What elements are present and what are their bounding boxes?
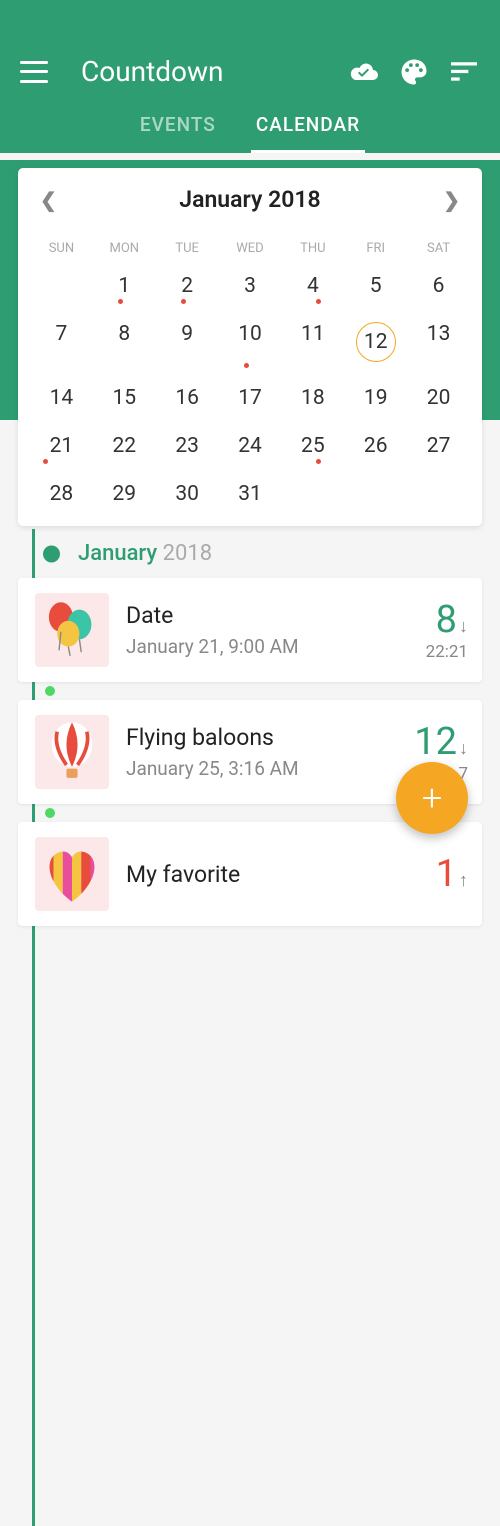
calendar-day[interactable]: 6 (407, 262, 470, 310)
calendar-day[interactable]: 10 (219, 310, 282, 374)
timeline-month-header: January 2018 (18, 541, 482, 566)
event-date: January 21, 9:00 AM (126, 635, 426, 658)
tabs: EVENTS CALENDAR (0, 103, 500, 153)
calendar-day[interactable]: 22 (93, 422, 156, 470)
add-event-button[interactable]: + (396, 762, 468, 834)
calendar-card: ❮ January 2018 ❯ SUNMONTUEWEDTHUFRISAT 1… (18, 168, 482, 526)
sort-icon[interactable] (448, 56, 480, 88)
calendar-day[interactable]: 4 (281, 262, 344, 310)
palette-icon[interactable] (398, 56, 430, 88)
weekday-label: THU (281, 235, 344, 262)
calendar-day[interactable]: 19 (344, 374, 407, 422)
app-bar: Countdown (0, 45, 500, 103)
timeline-year: 2018 (163, 541, 212, 566)
calendar-day[interactable]: 2 (156, 262, 219, 310)
countdown-direction-icon: ↓ (459, 616, 468, 637)
event-date: January 25, 3:16 AM (126, 757, 414, 780)
tab-calendar[interactable]: CALENDAR (251, 103, 365, 153)
weekday-label: TUE (156, 235, 219, 262)
calendar-day[interactable]: 15 (93, 374, 156, 422)
weekday-label: SAT (407, 235, 470, 262)
plus-icon: + (422, 777, 442, 819)
calendar-day[interactable]: 18 (281, 374, 344, 422)
calendar-day[interactable]: 31 (219, 470, 282, 518)
calendar-day[interactable]: 8 (93, 310, 156, 374)
countdown-direction-icon: ↑ (459, 870, 468, 891)
heart-stripes-icon (32, 834, 112, 914)
calendar-day[interactable]: 1 (93, 262, 156, 310)
menu-icon[interactable] (20, 61, 48, 83)
calendar-day[interactable]: 23 (156, 422, 219, 470)
timeline-small-dot (45, 686, 55, 696)
calendar-day[interactable]: 7 (30, 310, 93, 374)
calendar-day[interactable]: 28 (30, 470, 93, 518)
tab-events[interactable]: EVENTS (135, 103, 221, 153)
calendar-day[interactable]: 13 (407, 310, 470, 374)
calendar-day[interactable]: 26 (344, 422, 407, 470)
hot-air-balloon-icon (32, 712, 112, 792)
event-countdown: 1 (436, 852, 457, 896)
calendar-day[interactable]: 27 (407, 422, 470, 470)
calendar-day[interactable]: 12 (344, 310, 407, 374)
calendar-day[interactable]: 30 (156, 470, 219, 518)
weekday-label: SUN (30, 235, 93, 262)
calendar-day[interactable]: 11 (281, 310, 344, 374)
timeline-small-dot (45, 808, 55, 818)
cloud-sync-icon[interactable] (348, 56, 380, 88)
weekday-label: FRI (344, 235, 407, 262)
weekday-label: WED (219, 235, 282, 262)
balloons-icon (32, 590, 112, 670)
app-title: Countdown (81, 55, 330, 88)
next-month-icon[interactable]: ❯ (443, 188, 460, 212)
calendar-day[interactable]: 29 (93, 470, 156, 518)
calendar-day[interactable]: 17 (219, 374, 282, 422)
calendar-day[interactable]: 5 (344, 262, 407, 310)
event-card[interactable]: Date January 21, 9:00 AM 8↓ 22:21 (18, 578, 482, 682)
event-countdown: 12 (414, 720, 457, 764)
event-time-left: 22:21 (426, 642, 468, 662)
event-title: Flying baloons (126, 724, 414, 751)
calendar-day[interactable]: 3 (219, 262, 282, 310)
event-title: My favorite (126, 861, 436, 888)
calendar-day[interactable]: 24 (219, 422, 282, 470)
calendar-day[interactable]: 21 (30, 422, 93, 470)
calendar-day[interactable]: 20 (407, 374, 470, 422)
calendar-day[interactable]: 25 (281, 422, 344, 470)
weekday-label: MON (93, 235, 156, 262)
event-countdown: 8 (436, 598, 457, 642)
event-title: Date (126, 602, 426, 629)
calendar-day[interactable]: 14 (30, 374, 93, 422)
event-card[interactable]: My favorite1↑ (18, 822, 482, 926)
calendar-day[interactable]: 9 (156, 310, 219, 374)
calendar-month-title: January 2018 (179, 186, 320, 213)
countdown-direction-icon: ↓ (459, 738, 468, 759)
timeline-month: January (78, 541, 157, 566)
calendar-day[interactable]: 16 (156, 374, 219, 422)
prev-month-icon[interactable]: ❮ (40, 188, 57, 212)
timeline-dot (43, 545, 60, 562)
